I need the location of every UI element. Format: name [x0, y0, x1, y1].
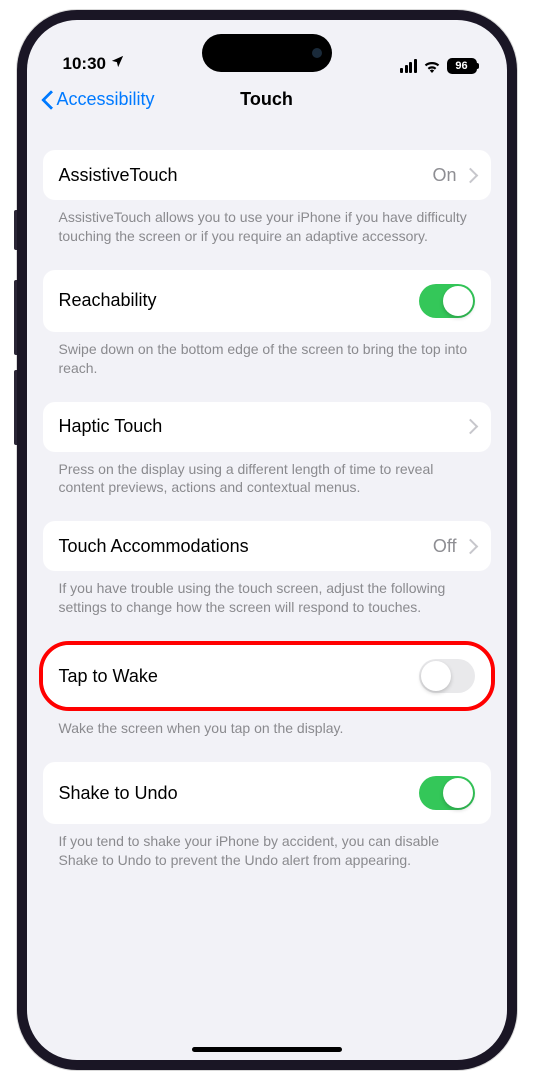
- row-footer: Press on the display using a different l…: [43, 452, 491, 522]
- row-value: Off: [433, 536, 457, 557]
- row-footer: Swipe down on the bottom edge of the scr…: [43, 332, 491, 402]
- chevron-right-icon: [467, 169, 475, 182]
- row-label: AssistiveTouch: [59, 165, 178, 186]
- dynamic-island: [202, 34, 332, 72]
- row-label: Shake to Undo: [59, 783, 178, 804]
- back-label: Accessibility: [57, 89, 155, 110]
- row-label: Haptic Touch: [59, 416, 163, 437]
- phone-frame: 10:30 96 Accessibility Touch: [17, 10, 517, 1070]
- home-indicator[interactable]: [192, 1047, 342, 1052]
- wifi-icon: [423, 60, 441, 73]
- row-footer: If you have trouble using the touch scre…: [43, 571, 491, 641]
- screen: 10:30 96 Accessibility Touch: [27, 20, 507, 1060]
- row-reachability[interactable]: Reachability: [43, 270, 491, 332]
- reachability-toggle[interactable]: [419, 284, 475, 318]
- row-footer: If you tend to shake your iPhone by acci…: [43, 824, 491, 876]
- row-value: On: [432, 165, 456, 186]
- tap-to-wake-toggle[interactable]: [419, 659, 475, 693]
- row-footer: Wake the screen when you tap on the disp…: [43, 711, 491, 762]
- chevron-left-icon: [41, 88, 55, 110]
- row-label: Tap to Wake: [59, 666, 158, 687]
- row-label: Reachability: [59, 290, 157, 311]
- settings-list: AssistiveTouch On AssistiveTouch allows …: [27, 122, 507, 1060]
- row-tap-to-wake[interactable]: Tap to Wake: [43, 645, 491, 707]
- row-assistivetouch[interactable]: AssistiveTouch On: [43, 150, 491, 200]
- back-button[interactable]: Accessibility: [41, 88, 155, 110]
- highlight-annotation: Tap to Wake: [39, 641, 495, 711]
- row-haptic-touch[interactable]: Haptic Touch: [43, 402, 491, 452]
- shake-to-undo-toggle[interactable]: [419, 776, 475, 810]
- status-time: 10:30: [63, 54, 106, 74]
- location-icon: [110, 54, 125, 74]
- side-buttons: [14, 210, 17, 460]
- nav-bar: Accessibility Touch: [27, 78, 507, 122]
- page-title: Touch: [240, 89, 293, 110]
- chevron-right-icon: [467, 540, 475, 553]
- chevron-right-icon: [467, 420, 475, 433]
- row-touch-accommodations[interactable]: Touch Accommodations Off: [43, 521, 491, 571]
- row-shake-to-undo[interactable]: Shake to Undo: [43, 762, 491, 824]
- row-label: Touch Accommodations: [59, 536, 249, 557]
- row-footer: AssistiveTouch allows you to use your iP…: [43, 200, 491, 270]
- cellular-icon: [400, 59, 417, 73]
- battery-icon: 96: [447, 58, 477, 74]
